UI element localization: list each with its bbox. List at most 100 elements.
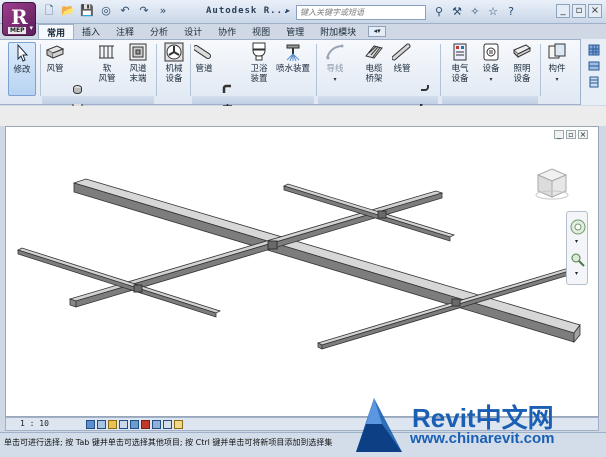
duct-model (16, 178, 581, 350)
tab-add-ins[interactable]: 附加模块 (312, 24, 364, 39)
air-terminal-icon (129, 43, 147, 61)
overflow-icon[interactable]: » (156, 4, 170, 18)
mech-equipment-label-1: 机械 (165, 64, 183, 74)
application-menu-button[interactable]: R MEP ▾ (2, 2, 36, 36)
open-folder-icon[interactable]: 📂 (61, 4, 75, 18)
binoculars-icon[interactable]: ⚲ (432, 5, 446, 19)
title-bar: 🗋 📂 💾 ◎ ↶ ↷ » Autodesk R... ▸ 键入关键字或短语 ⚲… (0, 0, 606, 24)
toilet-icon (252, 42, 266, 61)
conduit-button[interactable]: 线管 (390, 42, 414, 74)
minimize-button[interactable]: _ (556, 4, 570, 18)
plumbing-fixture-button[interactable]: 卫浴 装置 (246, 42, 272, 84)
tab-annotate[interactable]: 注释 (108, 24, 142, 39)
branch-duct-left[interactable] (16, 247, 222, 318)
zoom-icon[interactable] (570, 252, 586, 268)
duct-button[interactable]: 风管 (44, 42, 66, 74)
tab-view[interactable]: 视图 (244, 24, 278, 39)
lighting-fixture-button[interactable]: 照明 设备 (508, 42, 536, 84)
panel-footer (318, 96, 438, 104)
duct-icon (45, 45, 65, 59)
3d-view-canvas[interactable]: _ ▫ × ▾ ▾ (5, 126, 599, 417)
temporary-hide-icon[interactable] (141, 420, 150, 429)
component-button[interactable]: 构件 ▾ (544, 42, 570, 85)
air-terminal-label-2: 末端 (129, 74, 147, 84)
tab-insert[interactable]: 插入 (74, 24, 108, 39)
panel-divider (540, 44, 541, 96)
tab-collaborate[interactable]: 协作 (210, 24, 244, 39)
favorite-star-icon[interactable]: ☆ (486, 5, 500, 19)
chevron-down-icon: ▾ (333, 76, 337, 83)
lighting-fixture-label-1: 照明 (513, 64, 531, 74)
chevron-down-icon: ▾ (29, 24, 33, 32)
view-scale[interactable]: 1 : 10 (20, 419, 49, 428)
ribbon-minimize-toggle[interactable]: ◂▾ (368, 26, 387, 37)
panel-divider (156, 44, 157, 96)
chevron-down-icon[interactable]: ▾ (575, 238, 578, 245)
search-expand-icon[interactable]: ▸ (286, 6, 290, 15)
cable-tray-icon (365, 45, 383, 59)
modify-button[interactable]: 修改 (8, 42, 36, 96)
search-input[interactable]: 键入关键字或短语 (296, 5, 426, 20)
analysis-icon[interactable] (174, 420, 183, 429)
worksharing-icon[interactable] (163, 420, 172, 429)
cross-duct-main[interactable] (68, 190, 444, 308)
branch-duct-bottom-right[interactable] (316, 266, 578, 350)
grid-icon[interactable] (588, 44, 600, 56)
tab-design[interactable]: 设计 (176, 24, 210, 39)
close-button[interactable]: × (588, 4, 602, 18)
device-button[interactable]: 设备 ▾ (478, 42, 504, 85)
shadows-icon[interactable] (119, 420, 128, 429)
restore-button[interactable]: ▫ (572, 4, 586, 18)
tools-icon[interactable]: ⚒ (450, 5, 464, 19)
new-file-icon[interactable]: 🗋 (42, 4, 56, 18)
sprinkler-button[interactable]: 喷水装置 (274, 42, 312, 74)
panel-footer (42, 96, 154, 104)
crop-view-icon[interactable] (130, 420, 139, 429)
component-icon (548, 43, 566, 59)
tee-fitting[interactable] (133, 284, 143, 293)
revit-logo-letter: R (11, 5, 28, 29)
detail-level-icon[interactable] (86, 420, 95, 429)
save-icon[interactable]: 💾 (80, 4, 94, 18)
ref-plane-icon[interactable] (588, 76, 600, 88)
tee-fitting[interactable] (377, 210, 387, 219)
subscription-icon[interactable]: ✧ (468, 5, 482, 19)
fan-icon (164, 42, 184, 62)
undo-icon[interactable]: ↶ (118, 4, 132, 18)
watermark-url: www.chinarevit.com (410, 430, 555, 447)
visual-style-icon[interactable] (97, 420, 106, 429)
chevron-down-icon[interactable]: ▾ (575, 270, 578, 277)
flex-duct-label-1: 软 (102, 64, 112, 74)
pipe-button[interactable]: 管道 (192, 42, 216, 74)
wire-button[interactable]: 导线 ▾ (322, 42, 348, 85)
flex-duct-button[interactable]: 软 风管 (94, 42, 120, 84)
sync-icon[interactable]: ◎ (99, 4, 113, 18)
redo-icon[interactable]: ↷ (137, 4, 151, 18)
sun-path-icon[interactable] (108, 420, 117, 429)
pipe-icon (194, 45, 211, 59)
flex-duct-icon (99, 45, 114, 59)
level-icon[interactable] (588, 60, 600, 72)
sprinkler-label: 喷水装置 (275, 64, 310, 74)
cable-tray-button[interactable]: 电缆 桥架 (360, 42, 388, 84)
pipe-fitting-icon[interactable] (222, 84, 233, 95)
duct-fitting-icon[interactable] (72, 84, 83, 95)
tee-fitting[interactable] (451, 298, 461, 307)
tab-analyze[interactable]: 分析 (142, 24, 176, 39)
help-icon[interactable]: ? (504, 5, 518, 19)
steering-wheel-icon[interactable] (569, 218, 587, 236)
electrical-equipment-button[interactable]: 电气 设备 (446, 42, 474, 84)
tab-home[interactable]: 常用 (38, 24, 75, 39)
tee-fitting[interactable] (267, 240, 278, 250)
mep-badge: MEP (8, 27, 27, 34)
viewcube-icon[interactable] (534, 165, 570, 201)
chevron-down-icon: ▾ (555, 76, 559, 83)
ribbon-side-panel (580, 39, 606, 105)
reveal-hidden-icon[interactable] (152, 420, 161, 429)
cable-tray-fitting-icon[interactable] (420, 84, 431, 95)
tab-manage[interactable]: 管理 (278, 24, 312, 39)
mechanical-equipment-button[interactable]: 机械 设备 (160, 42, 188, 84)
cable-tray-label-1: 电缆 (365, 64, 383, 74)
air-terminal-button[interactable]: 风道 末端 (124, 42, 152, 84)
mech-equipment-label-2: 设备 (165, 74, 183, 84)
